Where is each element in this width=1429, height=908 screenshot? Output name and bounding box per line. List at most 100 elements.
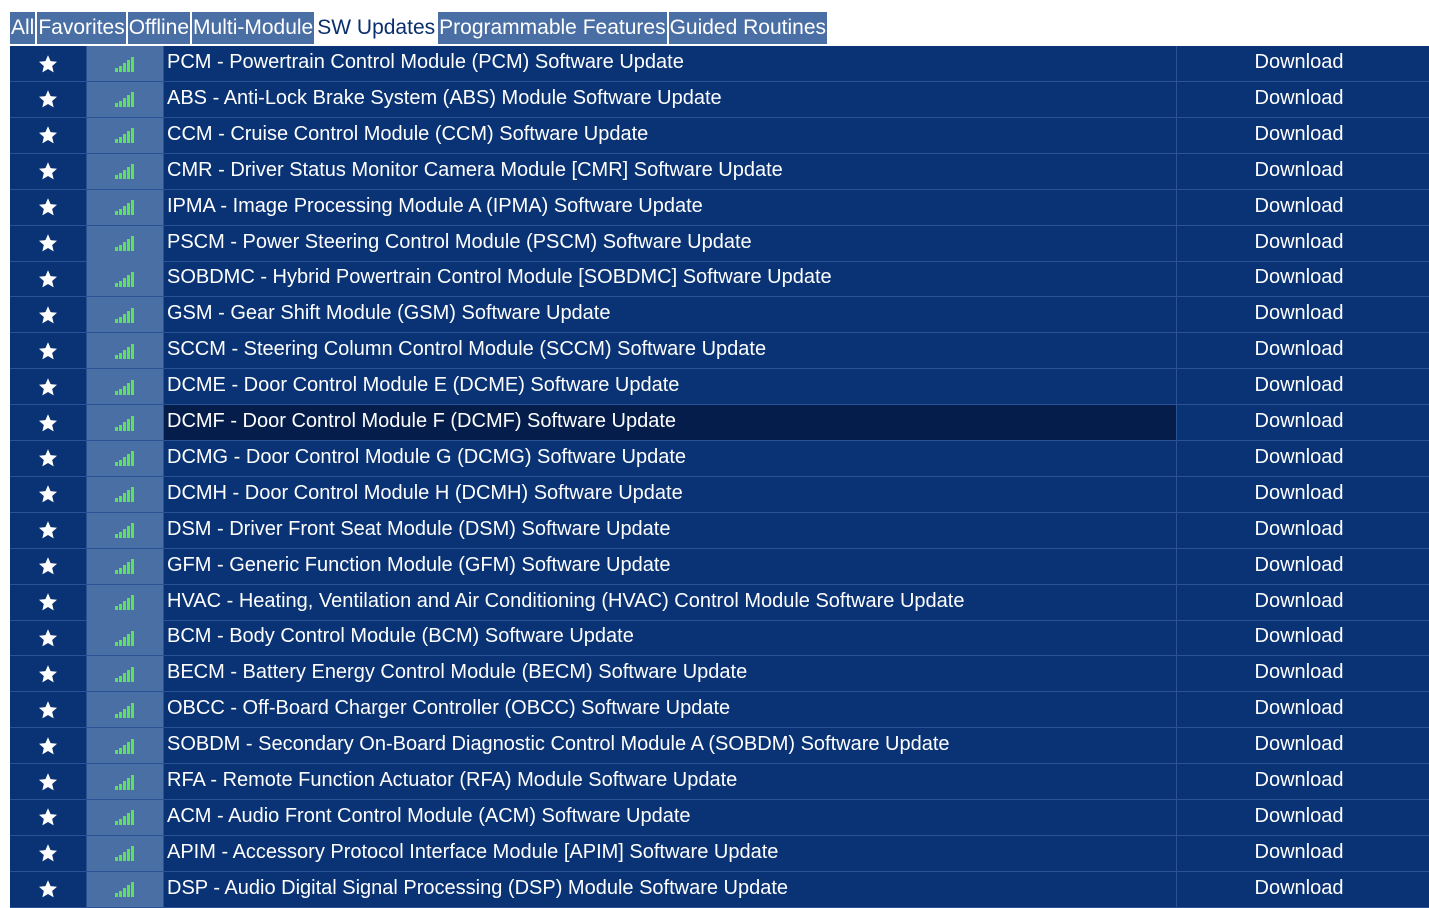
table-row[interactable]: ACM - Audio Front Control Module (ACM) S… — [10, 799, 1429, 836]
tab-favorites[interactable]: Favorites — [37, 12, 126, 44]
module-update-name[interactable]: PCM - Powertrain Control Module (PCM) So… — [164, 46, 1177, 81]
favorite-cell[interactable] — [10, 117, 87, 153]
favorite-cell[interactable] — [10, 405, 87, 440]
table-row[interactable]: DCMH - Door Control Module H (DCMH) Soft… — [10, 476, 1429, 513]
download-button[interactable]: Download — [1177, 836, 1429, 871]
download-button[interactable]: Download — [1177, 656, 1429, 691]
favorite-cell[interactable] — [10, 81, 87, 117]
star-icon[interactable] — [38, 772, 58, 792]
module-update-name[interactable]: HVAC - Heating, Ventilation and Air Cond… — [164, 584, 1177, 620]
favorite-cell[interactable] — [10, 153, 87, 189]
favorite-cell[interactable] — [10, 548, 87, 584]
table-row[interactable]: BECM - Battery Energy Control Module (BE… — [10, 656, 1429, 693]
favorite-cell[interactable] — [10, 620, 87, 656]
download-button[interactable]: Download — [1177, 297, 1429, 332]
star-icon[interactable] — [38, 125, 58, 145]
favorite-cell[interactable] — [10, 764, 87, 799]
table-row[interactable]: DSP - Audio Digital Signal Processing (D… — [10, 871, 1429, 908]
favorite-cell[interactable] — [10, 189, 87, 225]
module-update-name[interactable]: PSCM - Power Steering Control Module (PS… — [164, 225, 1177, 261]
table-row[interactable]: DCMF - Door Control Module F (DCMF) Soft… — [10, 405, 1429, 441]
star-icon[interactable] — [38, 269, 58, 289]
table-row[interactable]: OBCC - Off-Board Charger Controller (OBC… — [10, 692, 1429, 729]
download-button[interactable]: Download — [1177, 620, 1429, 655]
download-button[interactable]: Download — [1177, 585, 1429, 620]
favorite-cell[interactable] — [10, 261, 87, 297]
star-icon[interactable] — [38, 592, 58, 612]
module-update-name[interactable]: GSM - Gear Shift Module (GSM) Software U… — [164, 297, 1177, 333]
table-row[interactable]: CMR - Driver Status Monitor Camera Modul… — [10, 153, 1429, 190]
download-button[interactable]: Download — [1177, 46, 1429, 81]
table-row[interactable]: BCM - Body Control Module (BCM) Software… — [10, 620, 1429, 657]
download-button[interactable]: Download — [1177, 369, 1429, 404]
star-icon[interactable] — [38, 161, 58, 181]
tab-all[interactable]: All — [10, 12, 36, 44]
module-update-name[interactable]: DCMG - Door Control Module G (DCMG) Soft… — [164, 440, 1177, 476]
favorite-cell[interactable] — [10, 476, 87, 512]
download-button[interactable]: Download — [1177, 190, 1429, 225]
tab-multi-module[interactable]: Multi-Module — [192, 12, 315, 44]
download-button[interactable]: Download — [1177, 333, 1429, 368]
tab-programmable-features[interactable]: Programmable Features — [438, 12, 667, 44]
star-icon[interactable] — [38, 736, 58, 756]
favorite-cell[interactable] — [10, 871, 87, 907]
table-row[interactable]: RFA - Remote Function Actuator (RFA) Mod… — [10, 764, 1429, 800]
table-row[interactable]: SOBDM - Secondary On-Board Diagnostic Co… — [10, 728, 1429, 765]
star-icon[interactable] — [38, 843, 58, 863]
favorite-cell[interactable] — [10, 512, 87, 548]
download-button[interactable]: Download — [1177, 728, 1429, 763]
module-update-name[interactable]: RFA - Remote Function Actuator (RFA) Mod… — [164, 764, 1177, 799]
download-button[interactable]: Download — [1177, 513, 1429, 548]
star-icon[interactable] — [38, 377, 58, 397]
table-row[interactable]: APIM - Accessory Protocol Interface Modu… — [10, 835, 1429, 872]
tab-guided-routines[interactable]: Guided Routines — [668, 12, 828, 44]
table-row[interactable]: HVAC - Heating, Ventilation and Air Cond… — [10, 584, 1429, 621]
module-update-name[interactable]: DSM - Driver Front Seat Module (DSM) Sof… — [164, 512, 1177, 548]
table-row[interactable]: SCCM - Steering Column Control Module (S… — [10, 333, 1429, 370]
star-icon[interactable] — [38, 807, 58, 827]
module-update-name[interactable]: DSP - Audio Digital Signal Processing (D… — [164, 871, 1177, 907]
module-update-name[interactable]: CCM - Cruise Control Module (CCM) Softwa… — [164, 117, 1177, 153]
module-update-name[interactable]: DCME - Door Control Module E (DCME) Soft… — [164, 369, 1177, 405]
module-update-name[interactable]: SCCM - Steering Column Control Module (S… — [164, 333, 1177, 369]
module-update-name[interactable]: IPMA - Image Processing Module A (IPMA) … — [164, 189, 1177, 225]
table-row[interactable]: IPMA - Image Processing Module A (IPMA) … — [10, 189, 1429, 226]
favorite-cell[interactable] — [10, 692, 87, 728]
tab-sw-updates[interactable]: SW Updates — [316, 12, 437, 44]
download-button[interactable]: Download — [1177, 118, 1429, 153]
star-icon[interactable] — [38, 448, 58, 468]
module-update-name[interactable]: SOBDM - Secondary On-Board Diagnostic Co… — [164, 728, 1177, 764]
module-update-name[interactable]: ACM - Audio Front Control Module (ACM) S… — [164, 799, 1177, 835]
module-update-name[interactable]: APIM - Accessory Protocol Interface Modu… — [164, 835, 1177, 871]
star-icon[interactable] — [38, 700, 58, 720]
table-row[interactable]: SOBDMC - Hybrid Powertrain Control Modul… — [10, 261, 1429, 298]
star-icon[interactable] — [38, 413, 58, 433]
module-update-name[interactable]: BCM - Body Control Module (BCM) Software… — [164, 620, 1177, 656]
module-update-name[interactable]: OBCC - Off-Board Charger Controller (OBC… — [164, 692, 1177, 728]
favorite-cell[interactable] — [10, 297, 87, 333]
table-row[interactable]: ABS - Anti-Lock Brake System (ABS) Modul… — [10, 81, 1429, 118]
favorite-cell[interactable] — [10, 46, 87, 81]
star-icon[interactable] — [38, 879, 58, 899]
module-update-name[interactable]: DCMF - Door Control Module F (DCMF) Soft… — [164, 405, 1177, 440]
star-icon[interactable] — [38, 664, 58, 684]
star-icon[interactable] — [38, 197, 58, 217]
favorite-cell[interactable] — [10, 835, 87, 871]
download-button[interactable]: Download — [1177, 82, 1429, 117]
star-icon[interactable] — [38, 305, 58, 325]
star-icon[interactable] — [38, 341, 58, 361]
download-button[interactable]: Download — [1177, 154, 1429, 189]
module-update-name[interactable]: CMR - Driver Status Monitor Camera Modul… — [164, 153, 1177, 189]
favorite-cell[interactable] — [10, 656, 87, 692]
table-row[interactable]: PSCM - Power Steering Control Module (PS… — [10, 225, 1429, 262]
download-button[interactable]: Download — [1177, 872, 1429, 907]
table-row[interactable]: GSM - Gear Shift Module (GSM) Software U… — [10, 297, 1429, 334]
star-icon[interactable] — [38, 628, 58, 648]
table-row[interactable]: PCM - Powertrain Control Module (PCM) So… — [10, 46, 1429, 82]
module-update-name[interactable]: SOBDMC - Hybrid Powertrain Control Modul… — [164, 261, 1177, 297]
favorite-cell[interactable] — [10, 369, 87, 405]
module-update-name[interactable]: DCMH - Door Control Module H (DCMH) Soft… — [164, 476, 1177, 512]
download-button[interactable]: Download — [1177, 764, 1429, 799]
tab-offline[interactable]: Offline — [127, 12, 191, 44]
table-row[interactable]: DCMG - Door Control Module G (DCMG) Soft… — [10, 440, 1429, 477]
